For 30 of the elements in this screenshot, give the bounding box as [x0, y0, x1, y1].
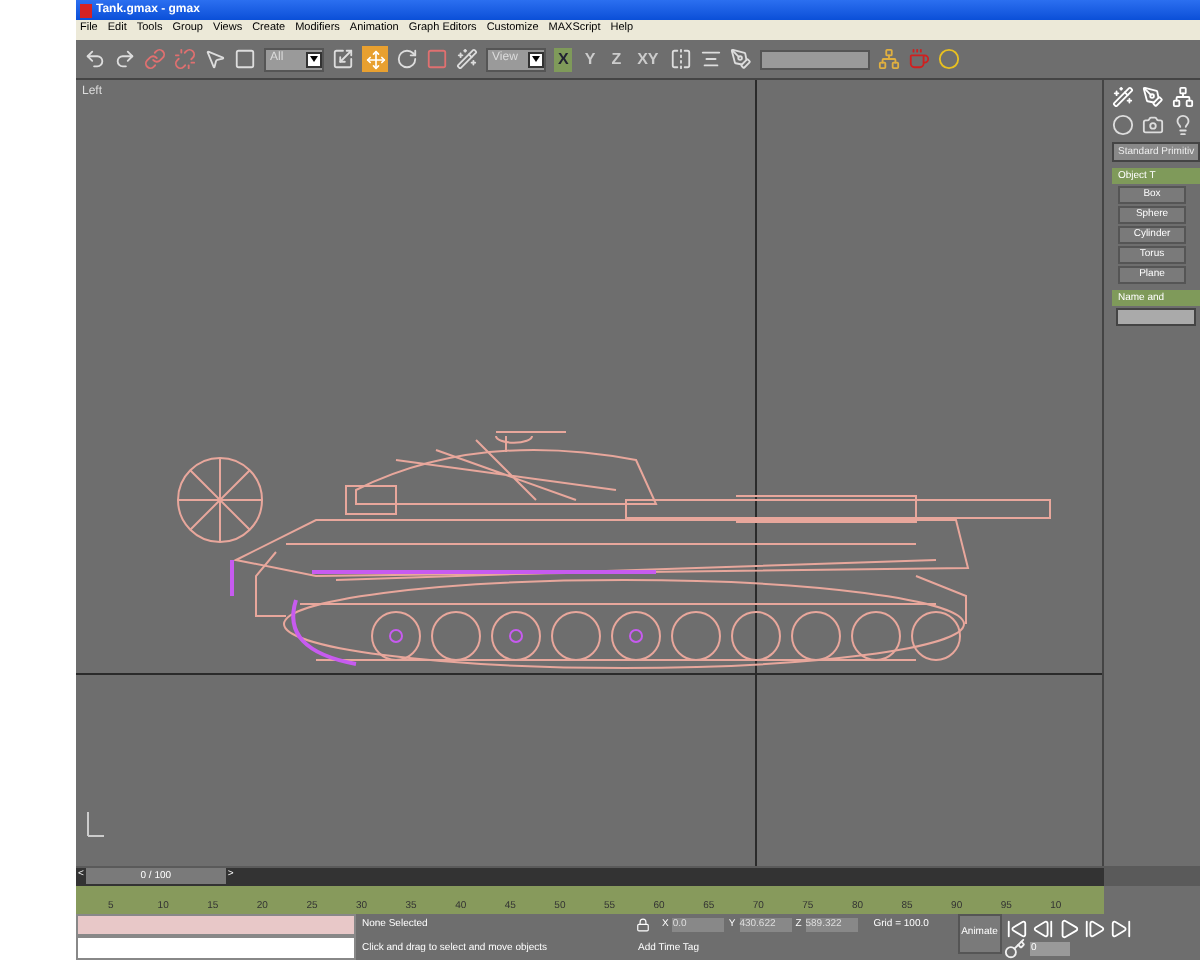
pointer-icon[interactable]: [204, 48, 226, 70]
lock-icon[interactable]: [636, 918, 650, 932]
redo-icon[interactable]: [114, 48, 136, 70]
rotate-icon[interactable]: [396, 48, 418, 70]
region-select-icon[interactable]: [234, 48, 256, 70]
axis-button[interactable]: Y: [580, 47, 600, 71]
align-icon[interactable]: [700, 48, 723, 70]
next-frame-icon[interactable]: [1083, 918, 1106, 940]
go-to-end-icon[interactable]: [1109, 918, 1132, 940]
app-icon: [80, 3, 92, 17]
lights-icon[interactable]: [1172, 114, 1194, 136]
caret-icon: [528, 51, 544, 67]
name-field[interactable]: [1116, 308, 1196, 326]
previous-frame-icon[interactable]: [1031, 918, 1054, 940]
move-tool-button[interactable]: [362, 46, 388, 72]
axis-tripod-icon: [87, 811, 105, 837]
named-selection-field[interactable]: [760, 49, 871, 69]
script-listener-field[interactable]: [76, 914, 356, 936]
hierarchy-tab-icon[interactable]: [1172, 86, 1194, 108]
caret-icon: [306, 51, 322, 67]
axis-button[interactable]: XY: [633, 47, 663, 71]
create-tab-icon[interactable]: [1112, 86, 1134, 108]
modify-tab-icon[interactable]: [1142, 86, 1164, 108]
play-icon[interactable]: [1057, 918, 1080, 940]
go-to-start-icon[interactable]: [1005, 918, 1028, 940]
axis-button[interactable]: X: [554, 47, 573, 71]
script-output-field[interactable]: [76, 936, 356, 960]
undo-icon[interactable]: [84, 48, 106, 70]
mirror-icon[interactable]: [670, 48, 693, 70]
axis-button[interactable]: Z: [607, 47, 626, 71]
